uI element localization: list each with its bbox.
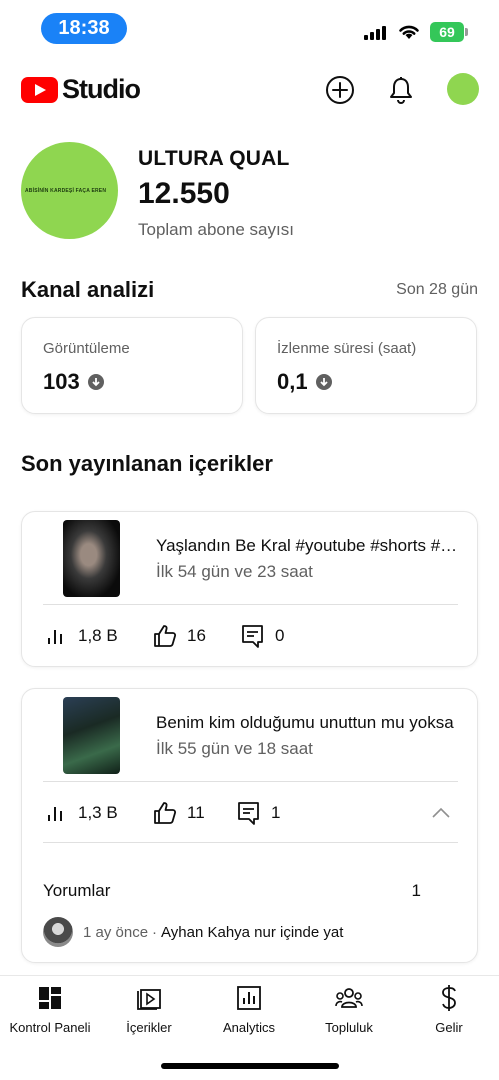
- watch-time-label: İzlenme süresi (saat): [277, 340, 417, 357]
- video-age: İlk 55 gün ve 18 saat: [156, 739, 313, 758]
- comment-item[interactable]: 1 ay önce · Ayhan Kahya nur içinde yat: [43, 917, 343, 947]
- views-metric: 1,8 B: [46, 626, 118, 646]
- analytics-icon: [237, 986, 261, 1010]
- video-title[interactable]: Benim kim olduğumu unuttun mu yoksa: [156, 713, 461, 733]
- bell-icon: [390, 77, 412, 104]
- comments-metric: 1: [237, 801, 280, 825]
- plus-circle-icon: [326, 76, 354, 104]
- divider: [43, 842, 458, 843]
- comment-icon: [242, 625, 263, 648]
- video-age: İlk 54 gün ve 23 saat: [156, 562, 313, 581]
- analytics-period[interactable]: Son 28 gün: [396, 281, 478, 299]
- channel-avatar-text: ABİSİNİN KARDEŞİ FAÇA EREN: [25, 187, 107, 194]
- battery-indicator: 69: [430, 22, 468, 42]
- nav-earn[interactable]: Gelir: [399, 984, 499, 1035]
- dashboard-icon: [39, 987, 61, 1009]
- views-value: 103: [43, 369, 80, 394]
- comment-separator: ·: [152, 923, 158, 941]
- youtube-logo-icon: [21, 76, 58, 103]
- video-card[interactable]: Benim kim olduğumu unuttun mu yoksa İlk …: [21, 688, 478, 963]
- app-header: Studio: [0, 68, 499, 112]
- subscriber-label: Toplam abone sayısı: [138, 220, 294, 239]
- recent-content-title: Son yayınlanan içerikler: [21, 451, 273, 476]
- channel-avatar[interactable]: ABİSİNİN KARDEŞİ FAÇA EREN: [21, 142, 118, 239]
- video-thumbnail[interactable]: [63, 697, 120, 774]
- nav-community-label: Topluluk: [325, 1020, 373, 1035]
- subscriber-count: 12.550: [138, 177, 230, 210]
- status-bar: 18:38 69: [0, 0, 499, 58]
- nav-content-label: İçerikler: [126, 1020, 172, 1035]
- nav-analytics-label: Analytics: [222, 1020, 276, 1035]
- divider: [43, 781, 458, 782]
- create-button[interactable]: [322, 72, 358, 108]
- views-label: Görüntüleme: [43, 340, 130, 357]
- comments-section-count: 1: [411, 881, 421, 900]
- earn-icon: [442, 985, 456, 1011]
- views-count: 1,3 B: [78, 803, 118, 822]
- comments-count: 1: [271, 803, 281, 822]
- cellular-signal-icon: [364, 24, 386, 40]
- comment-icon: [238, 802, 259, 825]
- video-thumbnail[interactable]: [63, 520, 120, 597]
- community-icon: [335, 988, 363, 1008]
- divider: [43, 604, 458, 605]
- thumbs-up-icon: [154, 802, 177, 824]
- views-count: 1,8 B: [78, 626, 118, 645]
- youtube-studio-logo[interactable]: Studio: [21, 74, 141, 105]
- chevron-up-icon[interactable]: [431, 807, 451, 819]
- nav-dashboard-label: Kontrol Paneli: [9, 1020, 91, 1035]
- nav-content[interactable]: İçerikler: [99, 984, 199, 1035]
- nav-analytics[interactable]: Analytics: [199, 984, 299, 1035]
- bar-chart-icon: [48, 630, 62, 644]
- commenter-avatar[interactable]: [43, 917, 73, 947]
- video-card[interactable]: Yaşlandın Be Kral #youtube #shorts #kral…: [21, 511, 478, 667]
- bar-chart-icon: [48, 807, 62, 821]
- channel-name: ULTURA QUAL: [138, 147, 290, 170]
- nav-dashboard[interactable]: Kontrol Paneli: [0, 984, 100, 1035]
- comment-text: Ayhan Kahya nur içinde yat: [161, 923, 344, 941]
- comments-metric: 0: [241, 624, 284, 648]
- battery-level: 69: [439, 24, 455, 40]
- brand-name: Studio: [62, 74, 141, 104]
- nav-earn-label: Gelir: [435, 1020, 463, 1035]
- channel-summary: ABİSİNİN KARDEŞİ FAÇA EREN ULTURA QUAL 1…: [21, 142, 481, 242]
- likes-count: 16: [187, 626, 206, 645]
- comments-section-title: Yorumlar: [43, 881, 111, 900]
- notifications-button[interactable]: [383, 72, 419, 108]
- likes-metric: 16: [153, 624, 206, 648]
- account-avatar[interactable]: [447, 73, 479, 105]
- arrow-down-icon: [315, 374, 332, 390]
- arrow-down-icon: [87, 374, 104, 390]
- views-card[interactable]: Görüntüleme 103: [21, 317, 243, 414]
- home-indicator[interactable]: [161, 1063, 339, 1069]
- watch-time-card[interactable]: İzlenme süresi (saat) 0,1: [255, 317, 477, 414]
- likes-count: 11: [187, 803, 205, 822]
- video-title[interactable]: Yaşlandın Be Kral #youtube #shorts #kral: [156, 536, 461, 556]
- analytics-title: Kanal analizi: [21, 277, 155, 302]
- watch-time-value: 0,1: [277, 369, 308, 394]
- likes-metric: 11: [153, 801, 205, 825]
- nav-community[interactable]: Topluluk: [299, 984, 399, 1035]
- views-metric: 1,3 B: [46, 803, 118, 823]
- wifi-icon: [399, 25, 419, 39]
- thumbs-up-icon: [154, 625, 177, 647]
- comment-time: 1 ay önce: [83, 923, 149, 941]
- comments-count: 0: [275, 626, 285, 645]
- status-time: 18:38: [41, 13, 127, 44]
- content-icon: [137, 989, 161, 1010]
